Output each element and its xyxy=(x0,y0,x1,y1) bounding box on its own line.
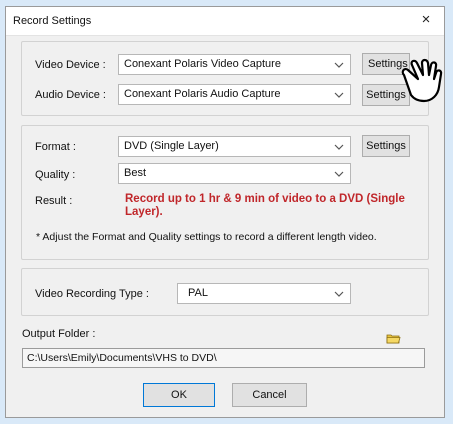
recording-type-dropdown[interactable]: PAL xyxy=(177,283,351,304)
dialog-title: Record Settings xyxy=(13,15,92,27)
chevron-down-icon xyxy=(334,171,344,177)
hand-pointer-icon xyxy=(401,58,443,103)
record-settings-dialog: Record Settings × Video Device : Conexan… xyxy=(5,6,445,418)
quality-dropdown[interactable]: Best xyxy=(118,163,351,184)
result-label: Result : xyxy=(35,195,73,207)
ok-label: OK xyxy=(171,389,187,401)
result-text: Record up to 1 hr & 9 min of video to a … xyxy=(125,193,405,218)
chevron-down-icon xyxy=(334,291,344,297)
chevron-down-icon xyxy=(334,62,344,68)
output-folder-label: Output Folder : xyxy=(22,328,96,340)
audio-device-label: Audio Device : xyxy=(35,89,106,101)
ok-button[interactable]: OK xyxy=(143,383,215,407)
close-button[interactable]: × xyxy=(408,7,444,35)
output-folder-field[interactable]: C:\Users\Emily\Documents\VHS to DVD\ xyxy=(22,348,425,368)
recording-type-value: PAL xyxy=(188,287,208,299)
format-settings-button[interactable]: Settings xyxy=(362,135,410,157)
audio-device-value: Conexant Polaris Audio Capture xyxy=(124,88,281,100)
audio-device-dropdown[interactable]: Conexant Polaris Audio Capture xyxy=(118,84,351,105)
chevron-down-icon xyxy=(334,92,344,98)
video-device-dropdown[interactable]: Conexant Polaris Video Capture xyxy=(118,54,351,75)
quality-label: Quality : xyxy=(35,169,76,181)
chevron-down-icon xyxy=(334,144,344,150)
format-dropdown[interactable]: DVD (Single Layer) xyxy=(118,136,351,157)
format-note: * Adjust the Format and Quality settings… xyxy=(36,231,377,243)
folder-icon[interactable] xyxy=(386,333,401,344)
format-settings-label: Settings xyxy=(366,140,406,152)
recording-type-label: Video Recording Type : xyxy=(35,288,149,300)
format-value: DVD (Single Layer) xyxy=(124,140,219,152)
cancel-label: Cancel xyxy=(252,389,287,401)
video-device-label: Video Device : xyxy=(35,59,106,71)
cancel-button[interactable]: Cancel xyxy=(232,383,307,407)
format-label: Format : xyxy=(35,141,76,153)
title-bar: Record Settings × xyxy=(6,7,444,36)
video-device-value: Conexant Polaris Video Capture xyxy=(124,58,281,70)
output-folder-path: C:\Users\Emily\Documents\VHS to DVD\ xyxy=(27,352,217,364)
quality-value: Best xyxy=(124,167,147,179)
